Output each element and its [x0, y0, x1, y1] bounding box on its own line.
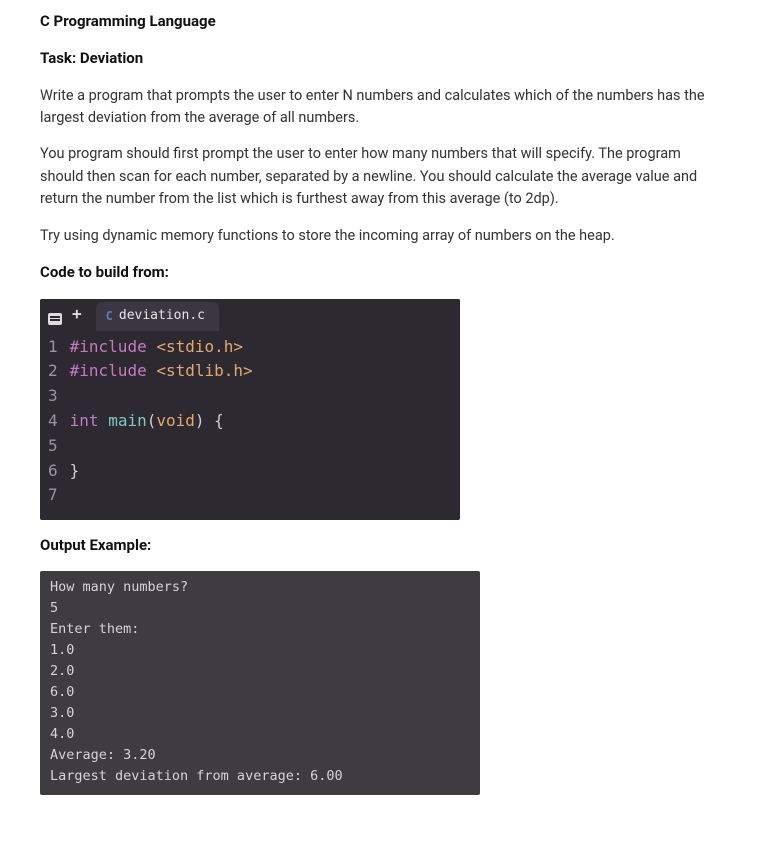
terminal-line: 3.0 [50, 703, 470, 724]
line-number: 4 [48, 409, 58, 434]
terminal-line: 1.0 [50, 640, 470, 661]
paragraph-1: Write a program that prompts the user to… [40, 85, 721, 130]
editor-body: 1 2 3 4 5 6 7 #include <stdio.h> #includ… [40, 331, 460, 521]
terminal-line: Enter them: [50, 619, 470, 640]
c-language-icon: C [106, 307, 113, 326]
line-gutter: 1 2 3 4 5 6 7 [48, 335, 70, 509]
code-column[interactable]: #include <stdio.h> #include <stdlib.h> i… [70, 335, 452, 509]
editor-tab-bar: + C deviation.c [40, 299, 460, 331]
code-line [70, 384, 452, 409]
line-number: 1 [48, 335, 58, 360]
tab-deviation[interactable]: C deviation.c [96, 302, 219, 330]
terminal-line: Largest deviation from average: 6.00 [50, 766, 470, 787]
task-title: Task: Deviation [40, 47, 721, 70]
paragraph-3: Try using dynamic memory functions to st… [40, 225, 721, 247]
output-section-label: Output Example: [40, 534, 721, 557]
code-line: } [70, 459, 452, 484]
line-number: 5 [48, 434, 58, 459]
terminal-output: How many numbers? 5 Enter them: 1.0 2.0 … [40, 571, 480, 794]
tab-filename: deviation.c [119, 306, 205, 326]
terminal-line: Average: 3.20 [50, 745, 470, 766]
code-line: int main(void) { [70, 409, 452, 434]
terminal-line: 6.0 [50, 682, 470, 703]
paragraph-2: You program should first prompt the user… [40, 143, 721, 210]
line-number: 7 [48, 483, 58, 508]
line-number: 3 [48, 384, 58, 409]
terminal-line: 5 [50, 598, 470, 619]
code-line [70, 434, 452, 459]
code-line: #include <stdio.h> [70, 335, 452, 360]
terminal-line: 2.0 [50, 661, 470, 682]
terminal-line: 4.0 [50, 724, 470, 745]
line-number: 2 [48, 359, 58, 384]
code-line [70, 483, 452, 508]
new-tab-icon[interactable]: + [72, 302, 82, 327]
file-explorer-icon[interactable] [48, 313, 62, 325]
page-title: C Programming Language [40, 10, 721, 33]
code-section-label: Code to build from: [40, 261, 721, 284]
terminal-line: How many numbers? [50, 577, 470, 598]
document-page: C Programming Language Task: Deviation W… [0, 0, 761, 825]
code-editor: + C deviation.c 1 2 3 4 5 6 7 #include <… [40, 299, 460, 521]
line-number: 6 [48, 459, 58, 484]
code-line: #include <stdlib.h> [70, 359, 452, 384]
